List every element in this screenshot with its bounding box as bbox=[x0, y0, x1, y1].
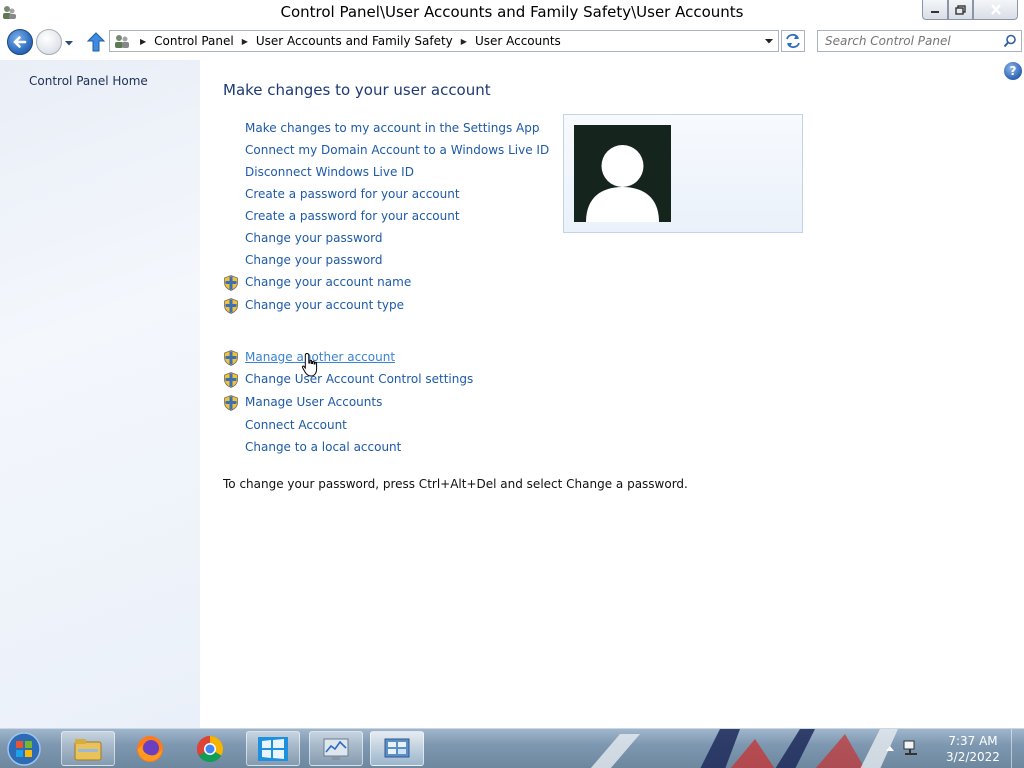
taskbar-firefox[interactable] bbox=[123, 731, 177, 766]
taskbar-windows-store[interactable] bbox=[246, 731, 300, 766]
link-change-to-local-account[interactable]: Change to a local account bbox=[245, 440, 401, 454]
breadcrumb-separator-icon[interactable]: ▶ bbox=[140, 37, 146, 46]
window-title: Control Panel\User Accounts and Family S… bbox=[280, 3, 744, 21]
address-dropdown-icon[interactable] bbox=[762, 34, 776, 48]
breadcrumb-user-accounts-family-safety[interactable]: User Accounts and Family Safety bbox=[256, 34, 453, 48]
control-panel-home-link[interactable]: Control Panel Home bbox=[29, 74, 148, 88]
up-level-icon[interactable] bbox=[86, 31, 106, 53]
link-change-password[interactable]: Change your password bbox=[245, 231, 383, 245]
back-arrow-icon bbox=[13, 36, 27, 48]
link-disconnect-live-id[interactable]: Disconnect Windows Live ID bbox=[245, 165, 414, 179]
refresh-button[interactable] bbox=[781, 30, 805, 52]
account-picture-frame bbox=[563, 114, 803, 233]
close-icon bbox=[990, 4, 1001, 15]
minimize-button[interactable] bbox=[922, 0, 948, 20]
navigation-bar: ▶ Control Panel ▶ User Accounts and Fami… bbox=[0, 24, 1024, 60]
chrome-icon bbox=[196, 735, 224, 762]
uac-shield-icon bbox=[224, 298, 238, 314]
taskbar: 7:37 AM 3/2/2022 bbox=[0, 728, 1024, 768]
breadcrumb: ▶ Control Panel ▶ User Accounts and Fami… bbox=[132, 34, 561, 48]
user-silhouette-icon bbox=[586, 145, 659, 222]
title-bar: Control Panel\User Accounts and Family S… bbox=[0, 0, 1024, 24]
breadcrumb-control-panel[interactable]: Control Panel bbox=[154, 34, 234, 48]
search-input[interactable] bbox=[818, 31, 1005, 51]
breadcrumb-user-accounts[interactable]: User Accounts bbox=[475, 34, 561, 48]
network-icon[interactable] bbox=[902, 739, 920, 757]
recent-pages-dropdown-icon[interactable] bbox=[63, 37, 75, 49]
link-change-account-name[interactable]: Change your account name bbox=[245, 275, 411, 289]
search-icon[interactable] bbox=[1003, 34, 1017, 48]
breadcrumb-separator-icon[interactable]: ▶ bbox=[242, 37, 248, 46]
control-panel-icon bbox=[115, 35, 129, 48]
password-note: To change your password, press Ctrl+Alt+… bbox=[223, 477, 688, 491]
restore-button[interactable] bbox=[948, 0, 973, 20]
sidebar: Control Panel Home bbox=[0, 60, 200, 728]
link-change-account-type[interactable]: Change your account type bbox=[245, 298, 404, 312]
control-panel-icon bbox=[384, 738, 410, 757]
help-icon[interactable]: ? bbox=[1004, 62, 1022, 80]
wallpaper-art bbox=[590, 729, 898, 768]
uac-shield-icon bbox=[224, 275, 238, 291]
file-explorer-icon bbox=[74, 738, 102, 760]
taskbar-performance-monitor[interactable] bbox=[309, 731, 363, 766]
taskbar-file-explorer[interactable] bbox=[61, 731, 115, 766]
link-manage-user-accounts[interactable]: Manage User Accounts bbox=[245, 395, 382, 409]
uac-shield-icon bbox=[224, 372, 238, 388]
search-box[interactable] bbox=[817, 30, 1022, 52]
avatar[interactable] bbox=[574, 125, 671, 222]
firefox-icon bbox=[137, 735, 163, 762]
taskbar-control-panel[interactable] bbox=[370, 731, 424, 766]
performance-monitor-icon bbox=[323, 738, 349, 760]
taskbar-chrome[interactable] bbox=[183, 731, 237, 766]
start-orb-icon[interactable] bbox=[3, 731, 45, 767]
window-controls bbox=[922, 0, 1018, 20]
show-hidden-icons-icon[interactable] bbox=[884, 743, 896, 753]
link-connect-account[interactable]: Connect Account bbox=[245, 418, 347, 432]
clock-time: 7:37 AM bbox=[948, 734, 998, 748]
minimize-icon bbox=[931, 10, 939, 13]
close-button[interactable] bbox=[973, 0, 1018, 20]
breadcrumb-separator-icon[interactable]: ▶ bbox=[461, 37, 467, 46]
link-create-password[interactable]: Create a password for your account bbox=[245, 209, 460, 223]
link-connect-domain-account[interactable]: Connect my Domain Account to a Windows L… bbox=[245, 143, 549, 157]
link-settings-app[interactable]: Make changes to my account in the Settin… bbox=[245, 121, 539, 135]
address-bar[interactable]: ▶ Control Panel ▶ User Accounts and Fami… bbox=[109, 30, 779, 52]
clock-date: 3/2/2022 bbox=[946, 750, 1000, 764]
forward-button[interactable] bbox=[36, 29, 62, 55]
refresh-icon bbox=[786, 33, 800, 49]
link-uac-settings[interactable]: Change User Account Control settings bbox=[245, 372, 473, 386]
page-title: Make changes to your user account bbox=[223, 81, 491, 99]
windows-store-icon bbox=[258, 736, 288, 761]
restore-icon bbox=[955, 4, 966, 15]
clock[interactable]: 7:37 AM 3/2/2022 bbox=[938, 733, 1008, 765]
show-desktop-button[interactable] bbox=[1011, 729, 1024, 768]
uac-shield-icon bbox=[224, 395, 238, 411]
system-tray: 7:37 AM 3/2/2022 bbox=[884, 729, 1024, 768]
back-button[interactable] bbox=[7, 29, 33, 55]
link-manage-another-account[interactable]: Manage another account bbox=[245, 350, 395, 364]
uac-shield-icon bbox=[224, 350, 238, 366]
main-content: ? Make changes to your user account Make… bbox=[200, 60, 1024, 728]
link-change-password[interactable]: Change your password bbox=[245, 253, 383, 267]
link-create-password[interactable]: Create a password for your account bbox=[245, 187, 460, 201]
